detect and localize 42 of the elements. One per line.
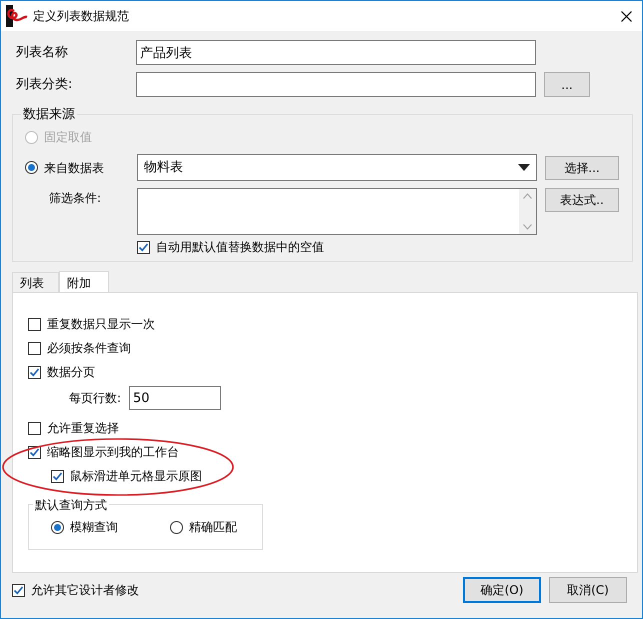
tab[interactable]: 列表	[12, 272, 59, 292]
app-logo-icon	[5, 5, 29, 27]
close-icon[interactable]	[621, 10, 632, 22]
radio-button[interactable]	[170, 520, 183, 534]
checkbox-label: 允许其它设计者修改	[31, 582, 139, 599]
checkbox-label: 自动用默认值替换数据中的空值	[156, 239, 324, 256]
caret-icon	[518, 164, 530, 171]
button[interactable]: ...	[544, 72, 590, 97]
input-field[interactable]: 50	[129, 386, 221, 410]
checkbox[interactable]	[28, 342, 41, 354]
dropdown[interactable]: 物料表	[137, 154, 537, 181]
radio-button[interactable]	[25, 161, 38, 174]
field-label: 列表名称	[15, 44, 69, 62]
radio-label: 固定取值	[44, 129, 92, 146]
checkbox-label: 数据分页	[47, 364, 95, 381]
checkbox[interactable]	[28, 422, 41, 434]
checkbox-label: 鼠标滑进单元格显示原图	[70, 468, 202, 485]
button[interactable]: 确定(O)	[463, 577, 541, 603]
radio-label: 模糊查询	[70, 519, 118, 536]
checkbox[interactable]	[12, 584, 25, 596]
radio-label: 来自数据表	[44, 160, 104, 176]
checkbox[interactable]	[51, 470, 64, 482]
checkbox[interactable]	[28, 318, 41, 330]
checkbox-label: 允许重复选择	[47, 420, 119, 437]
field-label: 筛选条件:	[48, 190, 102, 207]
checkbox-label: 必须按条件查询	[47, 340, 131, 357]
checkbox-label: 缩略图显示到我的工作台	[47, 444, 179, 461]
radio-button[interactable]	[51, 520, 64, 534]
radio-label: 精确匹配	[189, 519, 237, 536]
checkbox[interactable]	[28, 366, 41, 378]
button[interactable]: 取消(C)	[549, 577, 627, 603]
tab[interactable]: 附加	[59, 271, 109, 293]
input-field[interactable]: 产品列表	[136, 40, 536, 65]
button[interactable]: 表达式..	[545, 188, 619, 212]
field-label: 列表分类:	[15, 76, 74, 94]
button[interactable]: 选择...	[545, 156, 619, 180]
checkbox-label: 重复数据只显示一次	[47, 316, 155, 333]
input-field[interactable]	[136, 72, 536, 97]
checkbox[interactable]	[137, 240, 150, 254]
group-title: 默认查询方式	[33, 496, 109, 514]
window-title: 定义列表数据规范	[33, 8, 129, 25]
field-label: 每页行数:	[68, 390, 122, 407]
